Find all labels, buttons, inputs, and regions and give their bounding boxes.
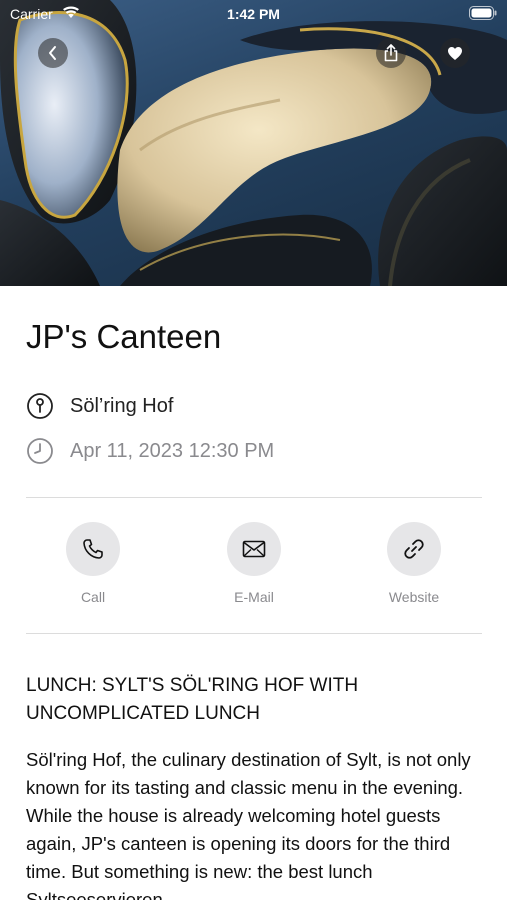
venue-name: Söl’ring Hof bbox=[70, 394, 174, 417]
clock-time: 1:42 PM bbox=[227, 6, 280, 22]
event-detail-screen: Carrier 1:42 PM JP's Canteen Söl’ring Ho… bbox=[0, 0, 507, 900]
date-row: Apr 11, 2023 12:30 PM bbox=[26, 437, 274, 465]
divider bbox=[26, 497, 482, 498]
article-heading: LUNCH: SYLT'S SÖL'RING HOF WITH UNCOMPLI… bbox=[26, 675, 359, 724]
call-circle[interactable] bbox=[66, 522, 120, 576]
share-icon bbox=[384, 44, 398, 62]
website-circle[interactable] bbox=[387, 522, 441, 576]
email-label: E-Mail bbox=[234, 589, 274, 605]
event-title: JP's Canteen bbox=[26, 318, 222, 355]
call-label: Call bbox=[80, 589, 106, 605]
hero-image: Carrier 1:42 PM bbox=[0, 0, 507, 286]
email-button[interactable]: E-Mail bbox=[199, 522, 309, 605]
link-icon bbox=[404, 539, 424, 559]
chevron-left-icon bbox=[49, 46, 56, 60]
email-circle[interactable] bbox=[227, 522, 281, 576]
website-label: Website bbox=[388, 589, 440, 605]
call-button[interactable]: Call bbox=[38, 522, 148, 605]
phone-icon bbox=[83, 539, 103, 559]
favorite-button[interactable] bbox=[440, 38, 470, 68]
venue-row[interactable]: Söl’ring Hof bbox=[26, 392, 173, 420]
location-pin-icon bbox=[27, 393, 53, 419]
status-bar: Carrier 1:42 PM bbox=[0, 0, 507, 28]
event-datetime: Apr 11, 2023 12:30 PM bbox=[70, 439, 275, 462]
clock-icon bbox=[27, 438, 53, 464]
mussels-photo bbox=[0, 0, 507, 286]
website-button[interactable]: Website bbox=[359, 522, 469, 605]
share-button[interactable] bbox=[376, 38, 406, 68]
divider bbox=[26, 633, 482, 634]
article-body: Söl'ring Hof, the culinary destination o… bbox=[26, 749, 471, 900]
envelope-icon bbox=[242, 540, 266, 558]
heart-icon bbox=[448, 46, 462, 60]
back-button[interactable] bbox=[38, 38, 68, 68]
battery-icon bbox=[469, 6, 497, 23]
